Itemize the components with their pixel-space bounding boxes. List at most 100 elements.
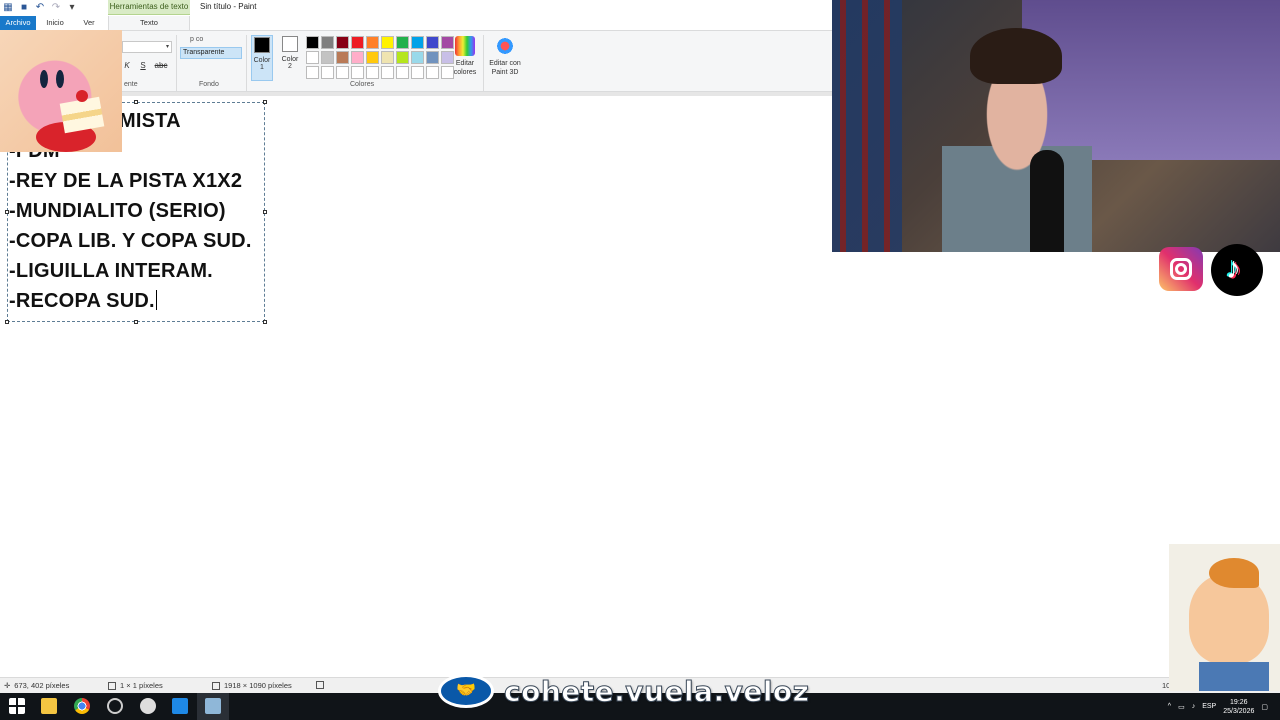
streamer-hair [970,28,1062,84]
chevron-down-icon[interactable]: ▾ [66,2,78,14]
palette-swatch[interactable] [351,51,364,64]
font-size-select[interactable]: ▾ [122,41,172,53]
palette-swatch[interactable] [381,66,394,79]
tab-home[interactable]: Inicio [40,16,70,30]
palette-swatch[interactable] [381,51,394,64]
palette-swatch[interactable] [336,66,349,79]
tiktok-icon: ♪ [1211,244,1263,296]
undo-icon[interactable]: ↶ [34,2,46,14]
resize-handle[interactable] [134,320,138,324]
palette-swatch[interactable] [426,36,439,49]
underline-button[interactable]: S [138,61,148,70]
paint3d-label-2: Paint 3D [491,69,519,76]
color1-swatch [254,37,270,53]
cursor-position: ✛ 673, 402 píxeles [4,681,70,690]
obs-icon[interactable] [140,698,156,714]
app-icon[interactable] [172,698,188,714]
palette-swatch[interactable] [321,36,334,49]
clock-date: 25/3/2026 [1223,707,1255,715]
text-line: -LIGUILLA INTERAM. [9,260,213,282]
group-separator [246,35,247,91]
palette-swatch[interactable] [321,51,334,64]
windows-start-icon[interactable] [9,698,25,714]
transparent-label: Transparente [183,49,225,56]
palette-swatch[interactable] [411,36,424,49]
text-line: -REY DE LA PISTA X1X2 [9,170,243,192]
tintin-sticker [1169,544,1280,691]
colors-group-label: Colores [350,81,375,88]
volume-icon[interactable]: ♪ [1192,703,1196,710]
palette-swatch[interactable] [426,66,439,79]
tab-view[interactable]: Ver [74,16,104,30]
palette-swatch[interactable] [381,36,394,49]
language-indicator[interactable]: ESP [1202,703,1216,710]
paint3d-label-1: Editar con [489,60,521,67]
streamer-watermark: 🤝 cohete.vuela.veloz [438,672,818,710]
resize-handle[interactable] [263,210,267,214]
resize-handle[interactable] [134,100,138,104]
network-icon[interactable]: ▭ [1178,703,1185,711]
resize-handle[interactable] [5,320,9,324]
palette-swatch[interactable] [396,51,409,64]
ribbon: ▾ K S abc ente p co Transparente Fondo C… [0,30,832,92]
resize-handle[interactable] [263,100,267,104]
background-options: p co Transparente [180,36,242,59]
palette-swatch[interactable] [366,36,379,49]
paint-icon [205,698,221,714]
edit-with-paint3d-button[interactable]: Editar con Paint 3D [486,35,524,77]
steam-icon[interactable] [107,698,123,714]
palette-swatch[interactable] [321,66,334,79]
palette-swatch[interactable] [411,66,424,79]
kirby-sticker [0,30,122,152]
crosshair-icon: ✛ [4,681,11,690]
color-wheel-icon [455,36,475,56]
color1-label: Color [253,57,271,64]
palette-swatch[interactable] [396,36,409,49]
palette-swatch[interactable] [366,66,379,79]
color2-number: 2 [288,63,292,70]
italic-button[interactable]: K [122,61,132,70]
chrome-icon[interactable] [74,698,90,714]
palette-swatch[interactable] [396,66,409,79]
paint-app-icon[interactable]: ▦ [2,2,14,14]
strikethrough-button[interactable]: abc [154,61,168,70]
notifications-icon[interactable]: ▢ [1261,703,1268,711]
curtain [832,0,902,252]
opaque-option[interactable]: p co [190,36,242,43]
file-explorer-icon[interactable] [41,698,57,714]
palette-swatch[interactable] [306,66,319,79]
edit-colors-button[interactable]: Editar colores [450,35,480,77]
clock[interactable]: 19:26 25/3/2026 [1223,698,1254,716]
text-line: -RECOPA SUD. [9,290,157,312]
save-icon[interactable]: ■ [18,2,30,14]
contextual-tab-group: Herramientas de texto [108,0,190,15]
background-group-label: Fondo [199,81,219,88]
palette-swatch[interactable] [306,51,319,64]
microphone [1030,150,1064,252]
tab-text[interactable]: Texto [108,16,190,30]
color1-number: 1 [260,64,264,71]
resize-handle[interactable] [263,320,267,324]
chevron-down-icon: ▾ [165,44,169,50]
chevron-up-icon[interactable]: ^ [1168,703,1171,710]
tab-file[interactable]: Archivo [0,16,36,30]
color2-swatch [282,36,298,52]
palette-swatch[interactable] [336,51,349,64]
image-size: 1918 × 1090 píxeles [212,681,292,690]
palette-swatch[interactable] [351,36,364,49]
system-tray: ^ ▭ ♪ ESP 19:26 25/3/2026 ▢ [1168,693,1280,720]
palette-swatch[interactable] [411,51,424,64]
transparent-option[interactable]: Transparente [180,47,242,59]
group-separator [483,35,484,91]
palette-swatch[interactable] [306,36,319,49]
taskbar-item-paint[interactable] [197,693,229,720]
edit-colors-label-1: Editar [455,60,475,67]
palette-swatch[interactable] [336,36,349,49]
palette-swatch[interactable] [351,66,364,79]
palette-swatch[interactable] [366,51,379,64]
redo-icon[interactable]: ↷ [50,2,62,14]
color2-button[interactable]: Color 2 [279,35,301,81]
color1-button[interactable]: Color 1 [251,35,273,81]
palette-swatch[interactable] [426,51,439,64]
selection-icon [108,681,116,690]
